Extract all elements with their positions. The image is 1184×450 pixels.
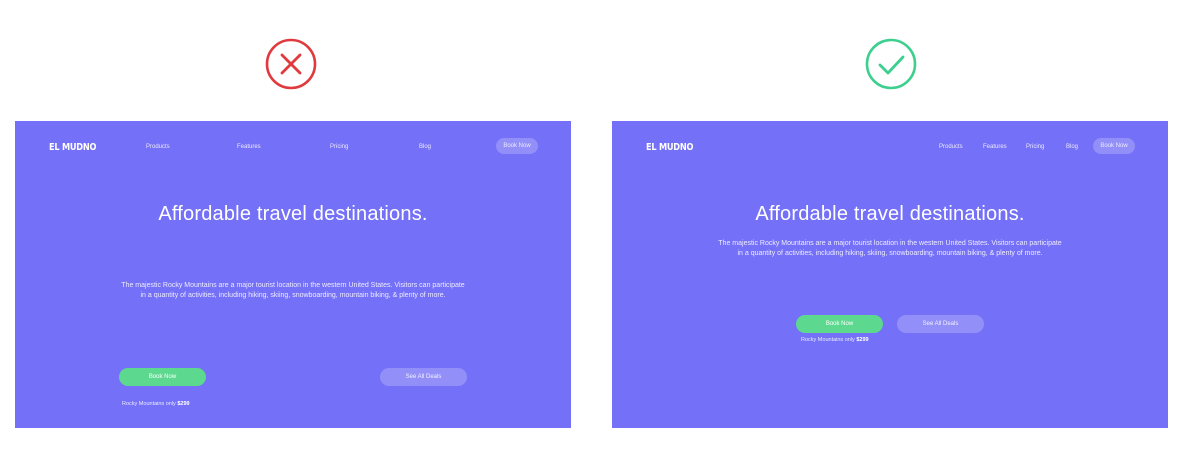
price-note: Rocky Mountains only $299 [122,401,190,407]
good-example-landing-page: EL MUDNO Products Features Pricing Blog … [612,121,1168,428]
nav-link-pricing[interactable]: Pricing [1026,144,1044,150]
nav-link-products[interactable]: Products [939,144,963,150]
price-value: $299 [177,401,190,407]
description-text: The majestic Rocky Mountains are a major… [718,240,1062,257]
book-now-button[interactable]: Book Now [119,368,206,386]
x-circle-icon [265,38,317,90]
price-note-label: Rocky Mountains only [122,401,176,407]
nav-link-features[interactable]: Features [983,144,1007,150]
price-note: Rocky Mountains only $299 [801,337,869,343]
description-text: The majestic Rocky Mountains are a major… [121,282,465,299]
nav-book-now-button[interactable]: Book Now [496,138,538,154]
page-title: Affordable travel destinations. [158,203,428,225]
price-value: $299 [856,337,869,343]
price-note-label: Rocky Mountains only [801,337,855,343]
see-all-deals-button[interactable]: See All Deals [897,315,984,333]
see-all-deals-button[interactable]: See All Deals [380,368,467,386]
check-circle-icon [865,38,917,90]
nav-link-blog[interactable]: Blog [1066,144,1078,150]
logo[interactable]: EL MUDNO [49,142,96,153]
book-now-button[interactable]: Book Now [796,315,883,333]
nav-link-products[interactable]: Products [146,144,170,150]
logo[interactable]: EL MUDNO [646,142,693,153]
page-title: Affordable travel destinations. [755,203,1025,225]
bad-example-landing-page: EL MUDNO Products Features Pricing Blog … [15,121,571,428]
nav-link-features[interactable]: Features [237,144,261,150]
nav-link-blog[interactable]: Blog [419,144,431,150]
nav-link-pricing[interactable]: Pricing [330,144,348,150]
nav-book-now-button[interactable]: Book Now [1093,138,1135,154]
